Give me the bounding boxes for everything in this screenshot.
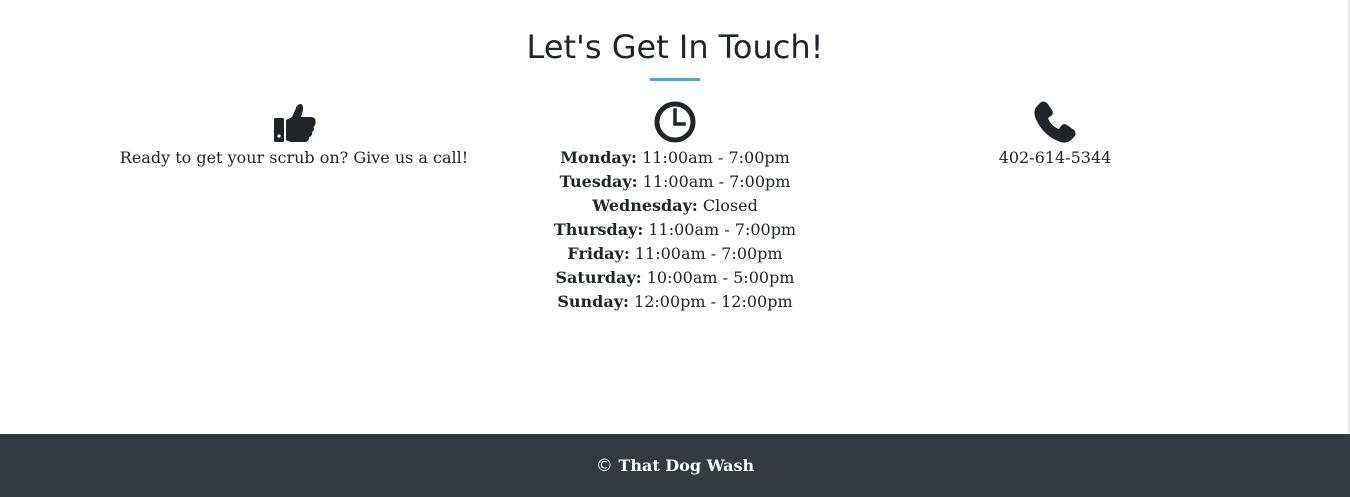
hours-time: 11:00am - 7:00pm xyxy=(634,244,783,263)
hours-column: Monday: 11:00am - 7:00pm Tuesday: 11:00a… xyxy=(455,100,895,314)
footer: © That Dog Wash xyxy=(0,434,1350,497)
hours-time: 11:00am - 7:00pm xyxy=(642,148,790,167)
hours-row-saturday: Saturday: 10:00am - 5:00pm xyxy=(455,266,895,290)
hours-day: Sunday: xyxy=(557,292,629,311)
contact-section: Let's Get In Touch! Ready to get your sc… xyxy=(0,0,1348,434)
opening-hours-list: Monday: 11:00am - 7:00pm Tuesday: 11:00a… xyxy=(455,146,895,314)
thumbs-up-icon xyxy=(274,104,316,142)
hours-time: 11:00am - 7:00pm xyxy=(648,220,797,239)
hours-day: Tuesday: xyxy=(559,172,638,191)
copyright-text: © That Dog Wash xyxy=(0,454,1350,478)
phone-column: 402-614-5344 xyxy=(835,100,1275,170)
hours-day: Wednesday: xyxy=(592,196,698,215)
hours-day: Friday: xyxy=(567,244,630,263)
hours-row-monday: Monday: 11:00am - 7:00pm xyxy=(455,146,895,170)
hours-time: 10:00am - 5:00pm xyxy=(646,268,795,287)
hours-row-friday: Friday: 11:00am - 7:00pm xyxy=(455,242,895,266)
phone-icon[interactable] xyxy=(1033,100,1077,144)
call-column: Ready to get your scrub on? Give us a ca… xyxy=(74,100,514,170)
hours-row-tuesday: Tuesday: 11:00am - 7:00pm xyxy=(455,170,895,194)
hours-row-sunday: Sunday: 12:00pm - 12:00pm xyxy=(455,290,895,314)
copyright-symbol: © xyxy=(595,456,613,476)
hours-day: Thursday: xyxy=(553,220,644,239)
hours-day: Saturday: xyxy=(555,268,642,287)
hours-time: 11:00am - 7:00pm xyxy=(642,172,791,191)
hours-time: 12:00pm - 12:00pm xyxy=(634,292,793,311)
clock-icon xyxy=(654,101,696,143)
copyright-owner: That Dog Wash xyxy=(618,456,755,475)
page-title: Let's Get In Touch! xyxy=(526,28,824,66)
heading-divider xyxy=(650,78,700,81)
hours-time: Closed xyxy=(702,196,758,215)
hours-row-wednesday: Wednesday: Closed xyxy=(455,194,895,218)
hours-day: Monday: xyxy=(560,148,637,167)
phone-number-link[interactable]: 402-614-5344 xyxy=(835,146,1275,170)
call-prompt-text: Ready to get your scrub on? Give us a ca… xyxy=(119,148,469,167)
hours-row-thursday: Thursday: 11:00am - 7:00pm xyxy=(455,218,895,242)
